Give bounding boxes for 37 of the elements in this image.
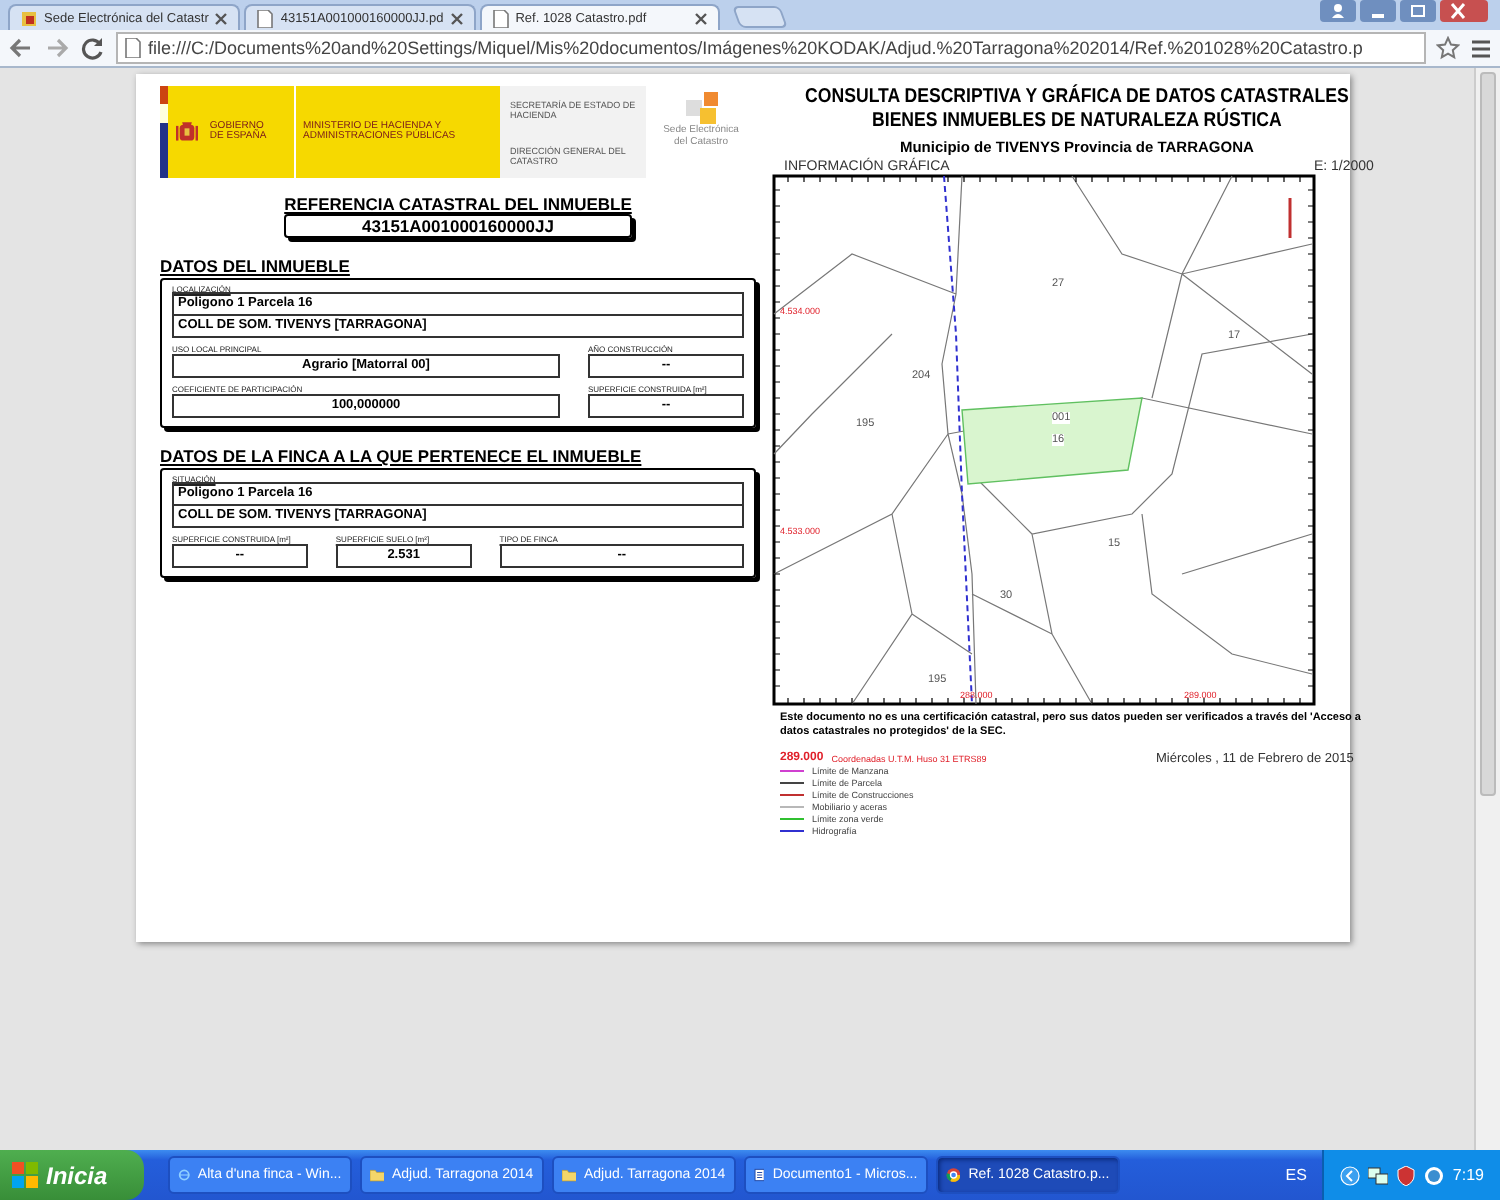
page-icon: [124, 38, 142, 58]
minimize-icon[interactable]: [1360, 0, 1396, 22]
menu-icon[interactable]: [1470, 37, 1492, 59]
close-icon[interactable]: [214, 11, 229, 25]
document-title: CONSULTA DESCRIPTIVA Y GRÁFICA DE DATOS CATASTRALES: [805, 86, 1349, 108]
folder-icon: [369, 1164, 384, 1186]
address-field[interactable]: file:///C:/Documents%20and%20Settings/Miquel/Mis%20documentos/Imágenes%20KODAK/Adjud.%20Tarragona%202014/Ref.%201028%20Catastro.p: [116, 32, 1426, 64]
scroll-thumb[interactable]: [1480, 72, 1496, 796]
network-icon[interactable]: [1368, 1165, 1389, 1185]
shield-icon[interactable]: [1396, 1165, 1417, 1185]
site-icon: [20, 9, 38, 27]
reference-title: REFERENCIA CATASTRAL DEL INMUEBLE: [284, 194, 632, 214]
chrome-icon: [945, 1164, 961, 1186]
language-indicator[interactable]: ES: [1285, 1166, 1307, 1184]
close-icon[interactable]: [693, 11, 708, 25]
scrollbar[interactable]: [1474, 68, 1500, 1150]
close-icon[interactable]: [1440, 0, 1488, 22]
document-icon: [753, 1164, 765, 1186]
forward-icon[interactable]: [44, 36, 70, 60]
user-icon[interactable]: [1320, 0, 1356, 22]
reload-icon[interactable]: [80, 36, 106, 60]
close-icon[interactable]: [449, 11, 464, 25]
cubes-logo-icon: [685, 92, 717, 124]
document-title: BIENES INMUEBLES DE NATURALEZA RÚSTICA: [870, 109, 1284, 132]
reference-number: 43151A001000160000JJ: [284, 214, 632, 238]
browser-icon: [177, 1164, 190, 1186]
start-button[interactable]: Inicia: [0, 1150, 144, 1200]
clock: 7:19: [1452, 1166, 1484, 1184]
flag-stripe: [160, 86, 168, 178]
section-heading: DATOS DE LA FINCA A LA QUE PERTENECE EL INMUEBLE: [160, 446, 644, 466]
folder-icon: [561, 1164, 576, 1186]
windows-logo-icon: [12, 1162, 38, 1188]
restore-icon[interactable]: [1400, 0, 1436, 22]
section-heading: DATOS DEL INMUEBLE: [160, 256, 352, 276]
back-icon[interactable]: [8, 36, 34, 60]
new-tab-button[interactable]: [731, 6, 788, 28]
star-icon[interactable]: [1436, 36, 1460, 60]
